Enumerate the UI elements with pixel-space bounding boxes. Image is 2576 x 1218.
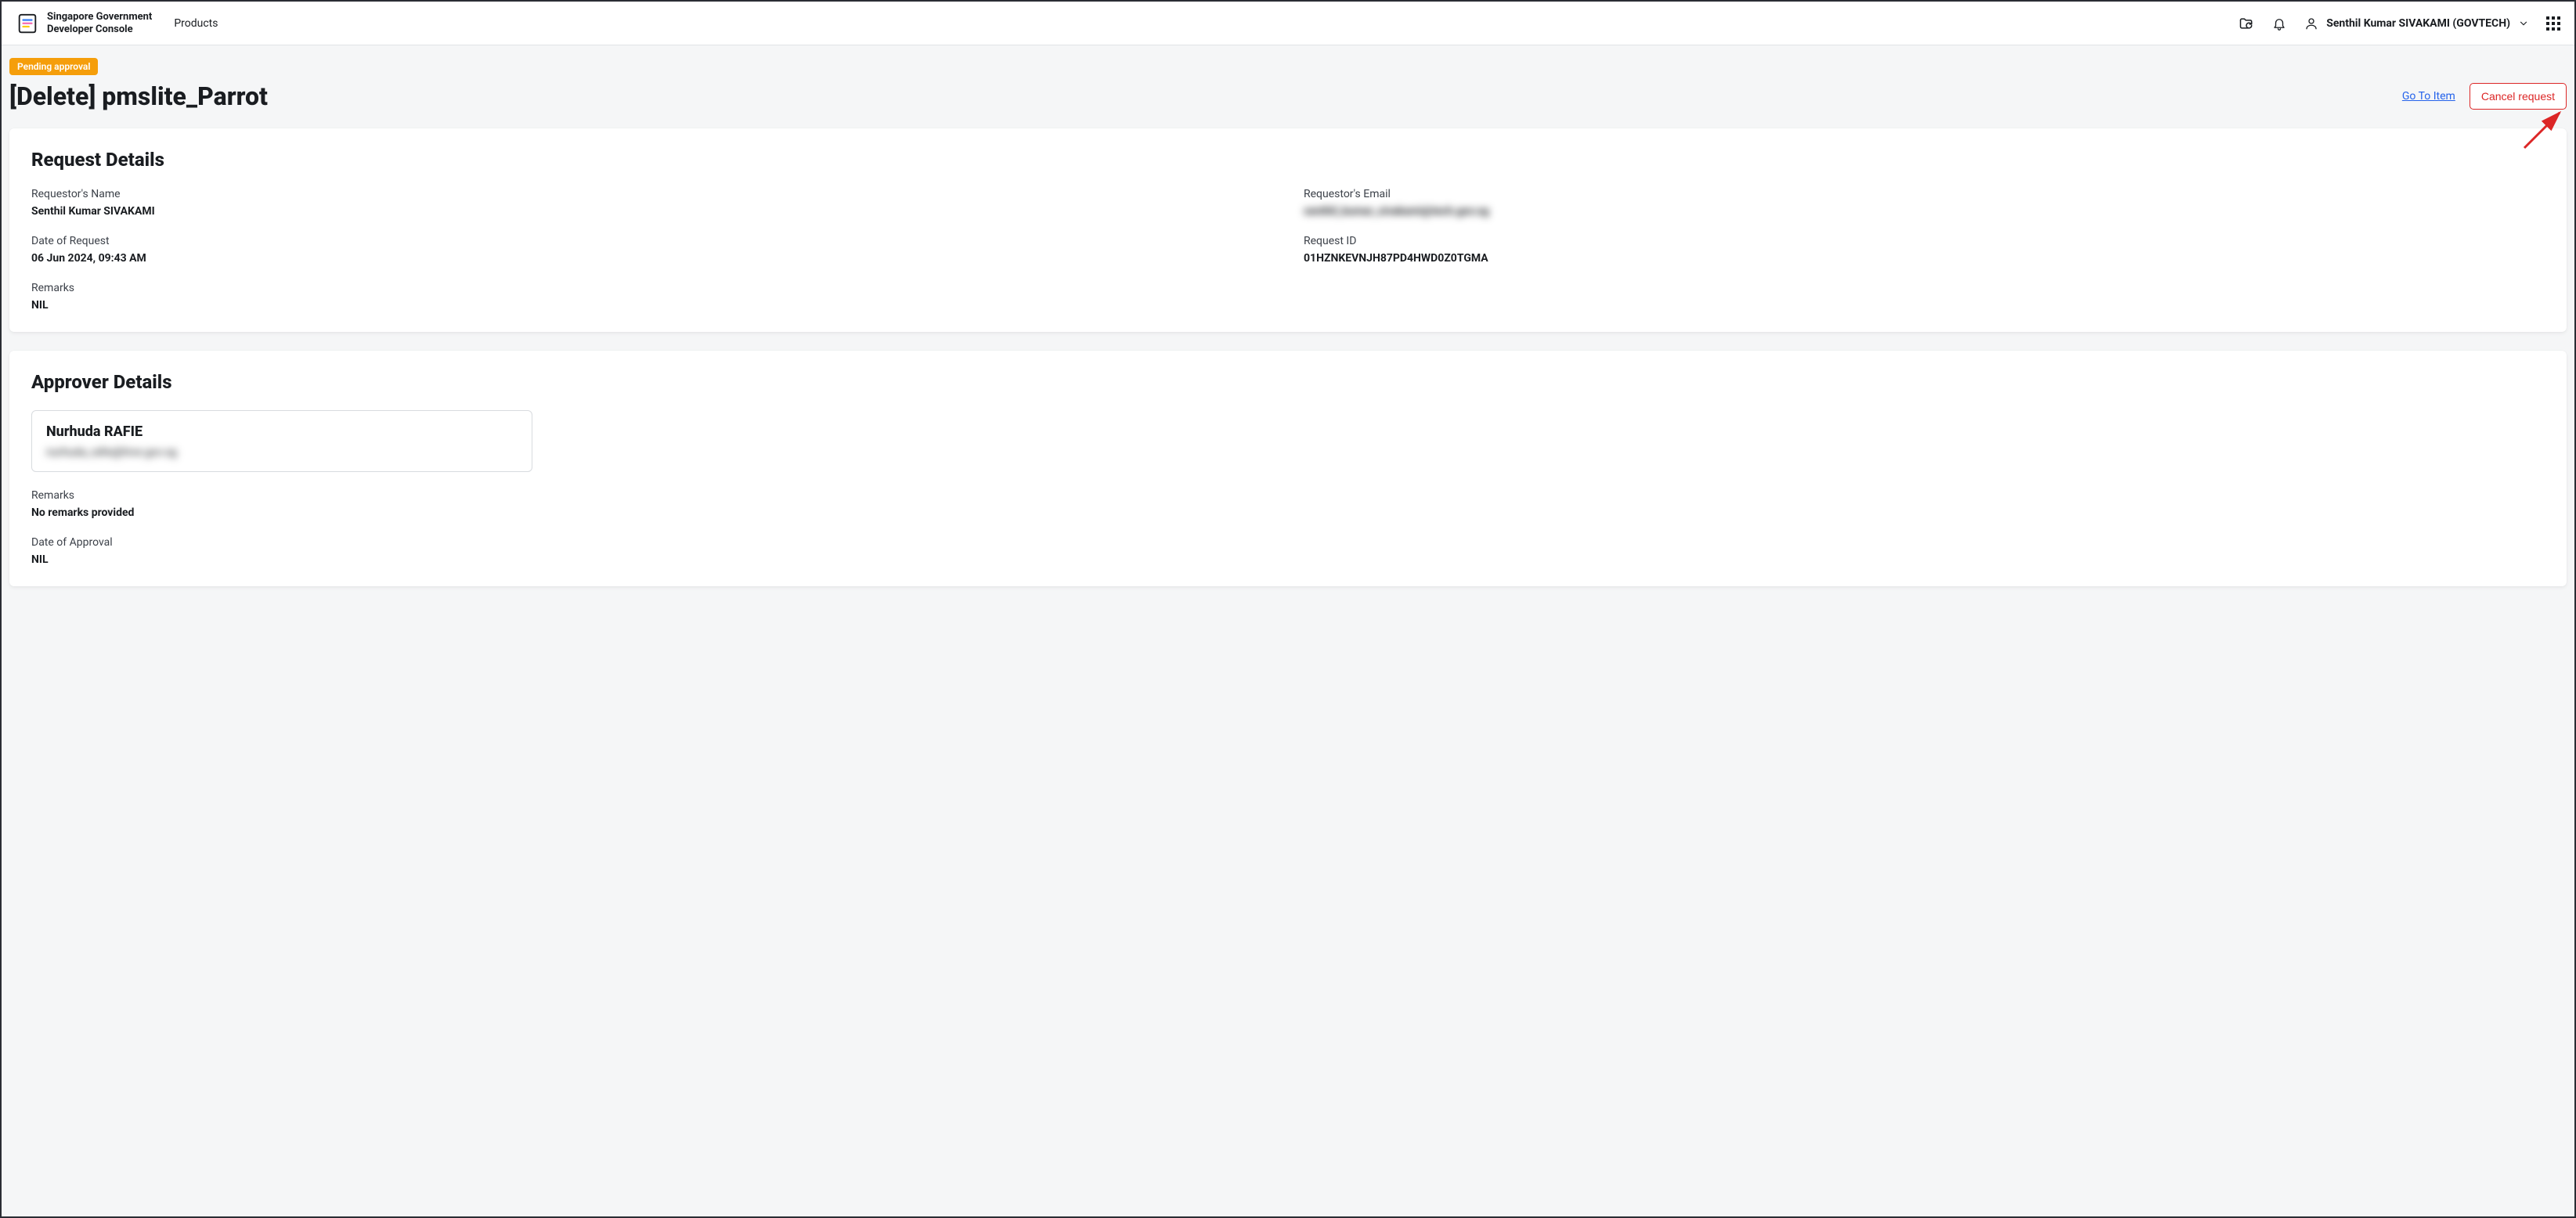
apps-launcher-icon[interactable] [2546,16,2560,31]
notifications-icon[interactable] [2271,16,2287,31]
field-label: Date of Approval [31,536,2545,549]
approver-details-heading: Approver Details [31,371,2545,393]
field-label: Date of Request [31,235,1272,247]
field-label: Requestor's Email [1304,188,2545,200]
app-name: Singapore Government Developer Console [47,11,152,35]
header-left: Singapore Government Developer Console P… [16,11,218,35]
field-value: NIL [31,299,1272,312]
field-label: Request ID [1304,235,2545,247]
chevron-down-icon [2518,18,2529,29]
field-label: Remarks [31,282,1272,294]
field-date-of-request: Date of Request 06 Jun 2024, 09:43 AM [31,235,1272,265]
user-icon [2304,16,2318,31]
field-request-remarks: Remarks NIL [31,282,1272,312]
field-requestor-name: Requestor's Name Senthil Kumar SIVAKAMI [31,188,1272,218]
field-value: senthil_kumar_sivakami@tech.gov.sg [1304,205,2545,218]
field-value: No remarks provided [31,506,2545,519]
field-request-id: Request ID 01HZNKEVNJH87PD4HWD0Z0TGMA [1304,235,2545,265]
user-menu[interactable]: Senthil Kumar SIVAKAMI (GOVTECH) [2304,16,2529,31]
approver-email: nurhuda_rafie@hive.gov.sg [46,446,518,459]
field-label: Requestor's Name [31,188,1272,200]
title-actions: Go To Item Cancel request [2402,83,2567,110]
page-content: Pending approval [Delete] pmslite_Parrot… [2,45,2574,586]
status-badge: Pending approval [9,58,98,75]
field-value: 01HZNKEVNJH87PD4HWD0Z0TGMA [1304,252,2545,265]
user-name-label: Senthil Kumar SIVAKAMI (GOVTECH) [2326,17,2510,30]
request-details-card: Request Details Requestor's Name Senthil… [9,128,2567,332]
go-to-item-link[interactable]: Go To Item [2402,90,2455,103]
field-value: 06 Jun 2024, 09:43 AM [31,252,1272,265]
title-row: [Delete] pmslite_Parrot Go To Item Cance… [9,81,2567,111]
field-date-of-approval: Date of Approval NIL [31,536,2545,566]
nav-products[interactable]: Products [174,17,218,30]
request-details-heading: Request Details [31,149,2545,171]
field-value: NIL [31,553,2545,566]
app-logo[interactable]: Singapore Government Developer Console [16,11,152,35]
field-requestor-email: Requestor's Email senthil_kumar_sivakami… [1304,188,2545,218]
approver-details-card: Approver Details Nurhuda RAFIE nurhuda_r… [9,351,2567,586]
approver-box: Nurhuda RAFIE nurhuda_rafie@hive.gov.sg [31,410,532,472]
refresh-folder-icon[interactable] [2239,16,2254,31]
page-title: [Delete] pmslite_Parrot [9,81,268,111]
field-approver-remarks: Remarks No remarks provided [31,489,2545,519]
header-right: Senthil Kumar SIVAKAMI (GOVTECH) [2239,16,2560,31]
cancel-request-button[interactable]: Cancel request [2470,83,2567,110]
logo-icon [16,12,39,35]
field-label: Remarks [31,489,2545,502]
app-header: Singapore Government Developer Console P… [2,2,2574,45]
approver-name: Nurhuda RAFIE [46,423,518,440]
field-value: Senthil Kumar SIVAKAMI [31,205,1272,218]
